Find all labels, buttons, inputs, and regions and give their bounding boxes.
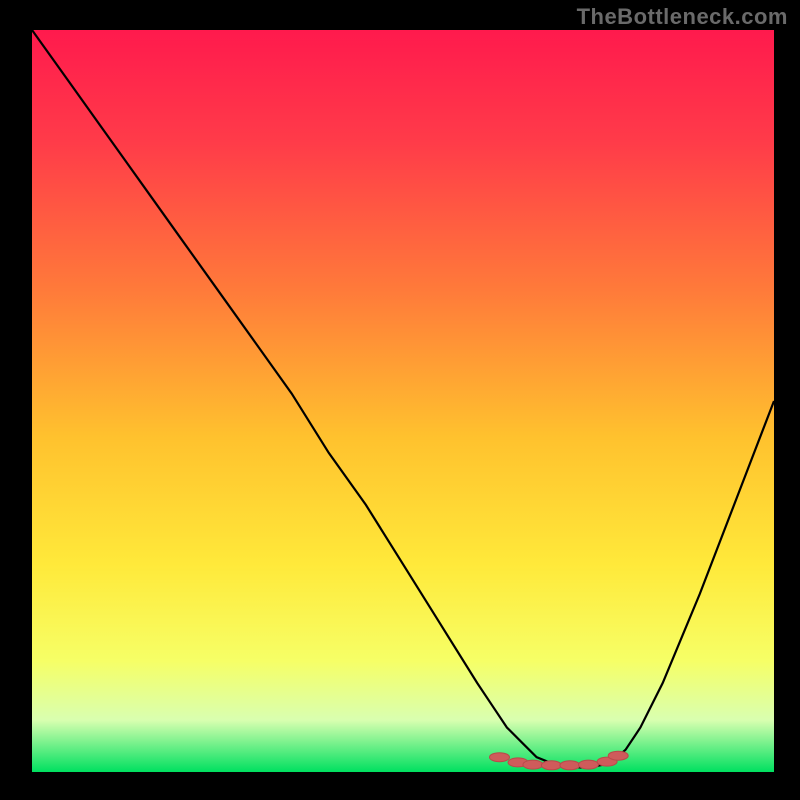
optimal-marker — [490, 753, 510, 762]
optimal-marker — [608, 751, 628, 760]
optimal-marker — [579, 760, 599, 769]
watermark-label: TheBottleneck.com — [577, 4, 788, 30]
plot-background — [32, 30, 774, 772]
optimal-marker — [560, 761, 580, 770]
optimal-marker — [541, 761, 561, 770]
bottleneck-chart — [0, 0, 800, 800]
chart-frame: TheBottleneck.com — [0, 0, 800, 800]
optimal-marker — [523, 760, 543, 769]
